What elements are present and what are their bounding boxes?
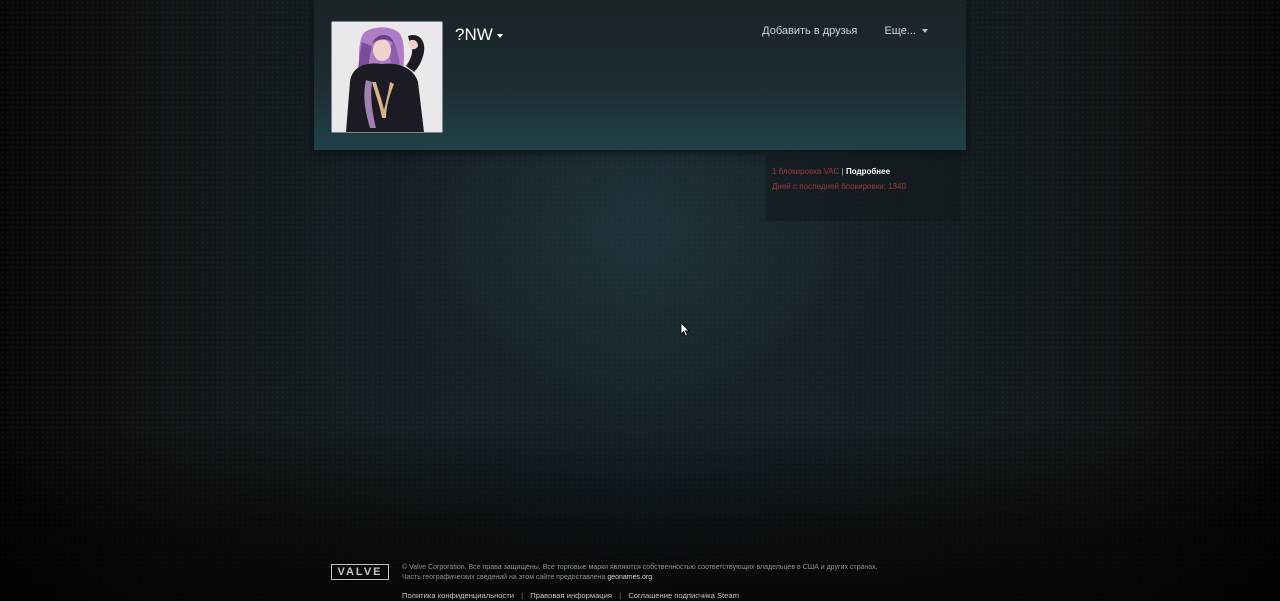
vac-ban-status: 1 блокировка VAC | Подробнее: [772, 167, 890, 176]
more-actions-button[interactable]: Еще...: [884, 25, 928, 37]
profile-header: ?NW Добавить в друзья Еще...: [314, 0, 966, 150]
caret-down-icon: [496, 33, 503, 38]
persona-name: ?NW: [455, 25, 493, 44]
geo-credit-period: .: [652, 574, 655, 581]
persona-name-dropdown[interactable]: ?NW: [455, 25, 503, 45]
legal-info-link[interactable]: Правовая информация: [530, 591, 612, 600]
more-actions-label: Еще...: [884, 25, 916, 37]
days-since-ban: Дней с последней блокировки: 1340: [772, 182, 906, 191]
footer-link-separator: |: [619, 591, 622, 600]
caret-down-icon: [922, 29, 928, 34]
add-friend-button[interactable]: Добавить в друзья: [762, 25, 857, 37]
footer-link-separator: |: [521, 591, 524, 600]
valve-logo[interactable]: VALVE: [331, 564, 389, 580]
footer-links: Политика конфиденциальности | Правовая и…: [402, 591, 739, 600]
vac-ban-separator: |: [841, 167, 844, 176]
legal-text: © Valve Corporation. Все права защищены.…: [402, 563, 878, 583]
vac-ban-details-link[interactable]: Подробнее: [846, 167, 890, 176]
vac-ban-panel: 1 блокировка VAC | Подробнее Дней с посл…: [766, 155, 960, 221]
mouse-pointer-icon: [680, 322, 690, 342]
profile-actions: Добавить в друзья Еще...: [762, 25, 928, 37]
geonames-link[interactable]: geonames.org: [607, 574, 652, 581]
vac-ban-count: 1 блокировка VAC: [772, 167, 840, 176]
geo-credit: Часть географических сведений на этом са…: [402, 573, 878, 583]
profile-avatar[interactable]: [331, 21, 443, 133]
geo-credit-text: Часть географических сведений на этом са…: [402, 574, 606, 581]
copyright-text: © Valve Corporation. Все права защищены.…: [402, 564, 878, 571]
avatar-photo: [332, 22, 442, 132]
subscriber-agreement-link[interactable]: Соглашение подписчика Steam: [628, 591, 739, 600]
privacy-policy-link[interactable]: Политика конфиденциальности: [402, 591, 514, 600]
